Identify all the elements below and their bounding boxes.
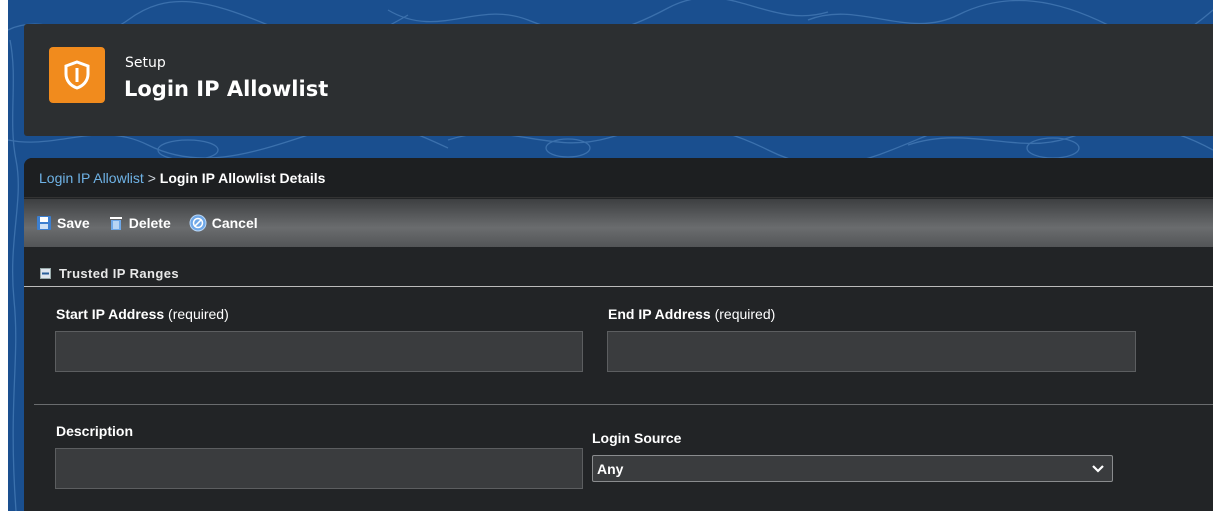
- divider: [34, 404, 1213, 405]
- start-ip-input[interactable]: [55, 331, 583, 372]
- login-source-select[interactable]: Any: [592, 455, 1113, 482]
- description-input[interactable]: [55, 448, 583, 489]
- login-source-label: Login Source: [592, 430, 682, 446]
- save-button[interactable]: Save: [36, 215, 90, 231]
- shield-icon: [49, 47, 105, 103]
- login-source-value: Any: [597, 460, 624, 477]
- description-label: Description: [56, 423, 134, 439]
- header-eyebrow: Setup: [125, 55, 166, 71]
- cancel-circle-icon: [189, 214, 207, 232]
- delete-button[interactable]: Delete: [108, 215, 171, 231]
- detail-panel: Login IP Allowlist > Login IP Allowlist …: [24, 158, 1213, 511]
- breadcrumb: Login IP Allowlist > Login IP Allowlist …: [24, 158, 1213, 198]
- section-title: Trusted IP Ranges: [59, 265, 179, 281]
- setup-header: Setup Login IP Allowlist: [24, 24, 1213, 136]
- breadcrumb-separator: >: [147, 170, 156, 186]
- delete-label: Delete: [128, 215, 171, 231]
- breadcrumb-link[interactable]: Login IP Allowlist: [39, 170, 144, 186]
- start-ip-label: Start IP Address (required): [56, 306, 229, 322]
- toolbar: Save Delete Cancel: [24, 199, 1213, 247]
- floppy-disk-icon: [37, 216, 51, 230]
- end-ip-input[interactable]: [607, 331, 1136, 372]
- cancel-button[interactable]: Cancel: [189, 214, 258, 232]
- breadcrumb-current: Login IP Allowlist Details: [159, 170, 326, 186]
- collapse-icon[interactable]: [40, 267, 51, 279]
- section-header[interactable]: Trusted IP Ranges: [24, 260, 1213, 287]
- chevron-down-icon: [1092, 464, 1104, 473]
- cancel-label: Cancel: [211, 215, 258, 231]
- end-ip-label: End IP Address (required): [608, 306, 776, 322]
- save-label: Save: [57, 215, 90, 231]
- trash-icon: [109, 217, 122, 230]
- page-title: Login IP Allowlist: [124, 77, 329, 101]
